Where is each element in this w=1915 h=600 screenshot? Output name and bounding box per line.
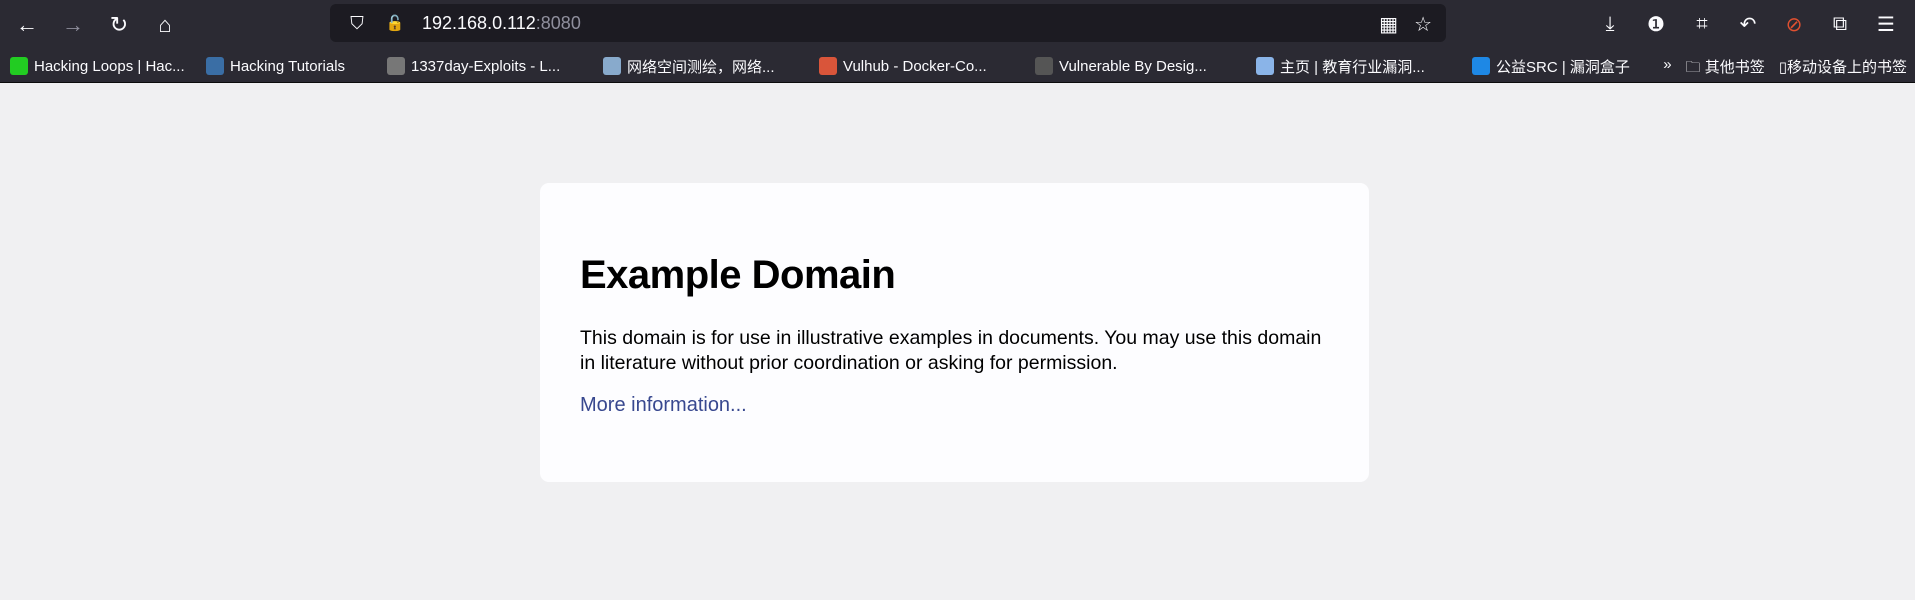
browser-toolbar: ← → ↻ ⌂ ⛉ 🔓 192.168.0.112:8080 ▦ ☆ ⤓ ❶ ⌗… [0,0,1915,50]
mobile-bookmarks-label: 移动设备上的书签 [1786,59,1907,76]
bookmarks-bar: Hacking Loops | Hac... Hacking Tutorials 1… [0,50,1915,83]
qr-code-icon[interactable]: ▦ [1379,12,1398,37]
back-button[interactable]: ← [8,6,46,44]
bookmark-label: Vulnerable By Desig... [1059,57,1207,75]
undo-icon[interactable]: ↶ [1731,6,1765,42]
mobile-bookmarks-folder[interactable]: ▯移动设备上的书签 [1779,56,1907,82]
extension-addon-icon[interactable]: ⊘ [1777,6,1811,42]
other-bookmarks-label: 其他书签 [1704,59,1765,76]
folder-icon: 🗀 [1685,59,1705,76]
bookmark-label: 公益SRC | 漏洞盒子 [1496,58,1630,76]
bookmark-label: Vulhub - Docker-Co... [843,57,987,75]
page-title: Example Domain [580,253,896,297]
favicon-icon [10,57,28,75]
favicon-icon [1035,57,1053,75]
extensions-icon[interactable]: ⧉ [1823,6,1857,42]
other-bookmarks-folder[interactable]: 🗀 其他书签 [1686,56,1765,82]
bookmark-item[interactable]: Hacking Tutorials [206,57,371,75]
bookmark-item[interactable]: 网络空间测绘，网络... [603,56,803,77]
url-port: :8080 [535,12,581,33]
toolbar-actions: ⤓ ❶ ⌗ ↶ ⊘ ⧉ ☰ [1593,6,1903,42]
bookmark-item[interactable]: Vulnerable By Desig... [1035,57,1240,75]
password-manager-icon[interactable]: ❶ [1639,6,1673,42]
menu-icon[interactable]: ☰ [1869,6,1903,42]
bookmark-label: Hacking Loops | Hac... [34,57,185,75]
shield-icon[interactable]: ⛉ [346,13,368,34]
address-bar[interactable]: ⛉ 🔓 192.168.0.112:8080 ▦ ☆ [330,4,1446,42]
bookmark-star-icon[interactable]: ☆ [1414,12,1432,37]
bookmark-item[interactable]: Vulhub - Docker-Co... [819,57,1019,75]
favicon-icon [387,57,405,75]
bookmark-item[interactable]: 主页 | 教育行业漏洞... [1256,56,1456,77]
insecure-lock-icon[interactable]: 🔓 [384,14,406,32]
bookmark-label: Hacking Tutorials [230,57,346,75]
content-card: Example Domain This domain is for use in… [540,183,1369,482]
url-host: 192.168.0.112 [422,12,536,33]
forward-button[interactable]: → [54,6,92,44]
bookmark-item[interactable]: Hacking Loops | Hac... [10,57,190,75]
favicon-icon [1472,57,1490,75]
home-button[interactable]: ⌂ [146,6,184,44]
bookmark-item[interactable]: 公益SRC | 漏洞盒子 [1472,56,1652,77]
bookmark-label: 1337day-Exploits - L... [411,57,561,75]
url-text[interactable]: 192.168.0.112:8080 [422,13,581,34]
page-description: This domain is for use in illustrative e… [580,327,1322,374]
more-information-link[interactable]: More information... [580,394,1329,417]
bookmark-label: 主页 | 教育行业漏洞... [1280,58,1425,76]
favicon-icon [603,57,621,75]
favicon-icon [206,57,224,75]
bookmark-item[interactable]: 1337day-Exploits - L... [387,57,587,75]
crop-icon[interactable]: ⌗ [1685,6,1719,42]
reload-button[interactable]: ↻ [100,6,138,44]
favicon-icon [1256,57,1274,75]
download-icon[interactable]: ⤓ [1593,6,1627,42]
favicon-icon [819,57,837,75]
bookmarks-overflow-button[interactable]: » [1663,56,1671,82]
mobile-icon: ▯ [1778,59,1787,76]
bookmark-label: 网络空间测绘，网络... [627,58,775,76]
